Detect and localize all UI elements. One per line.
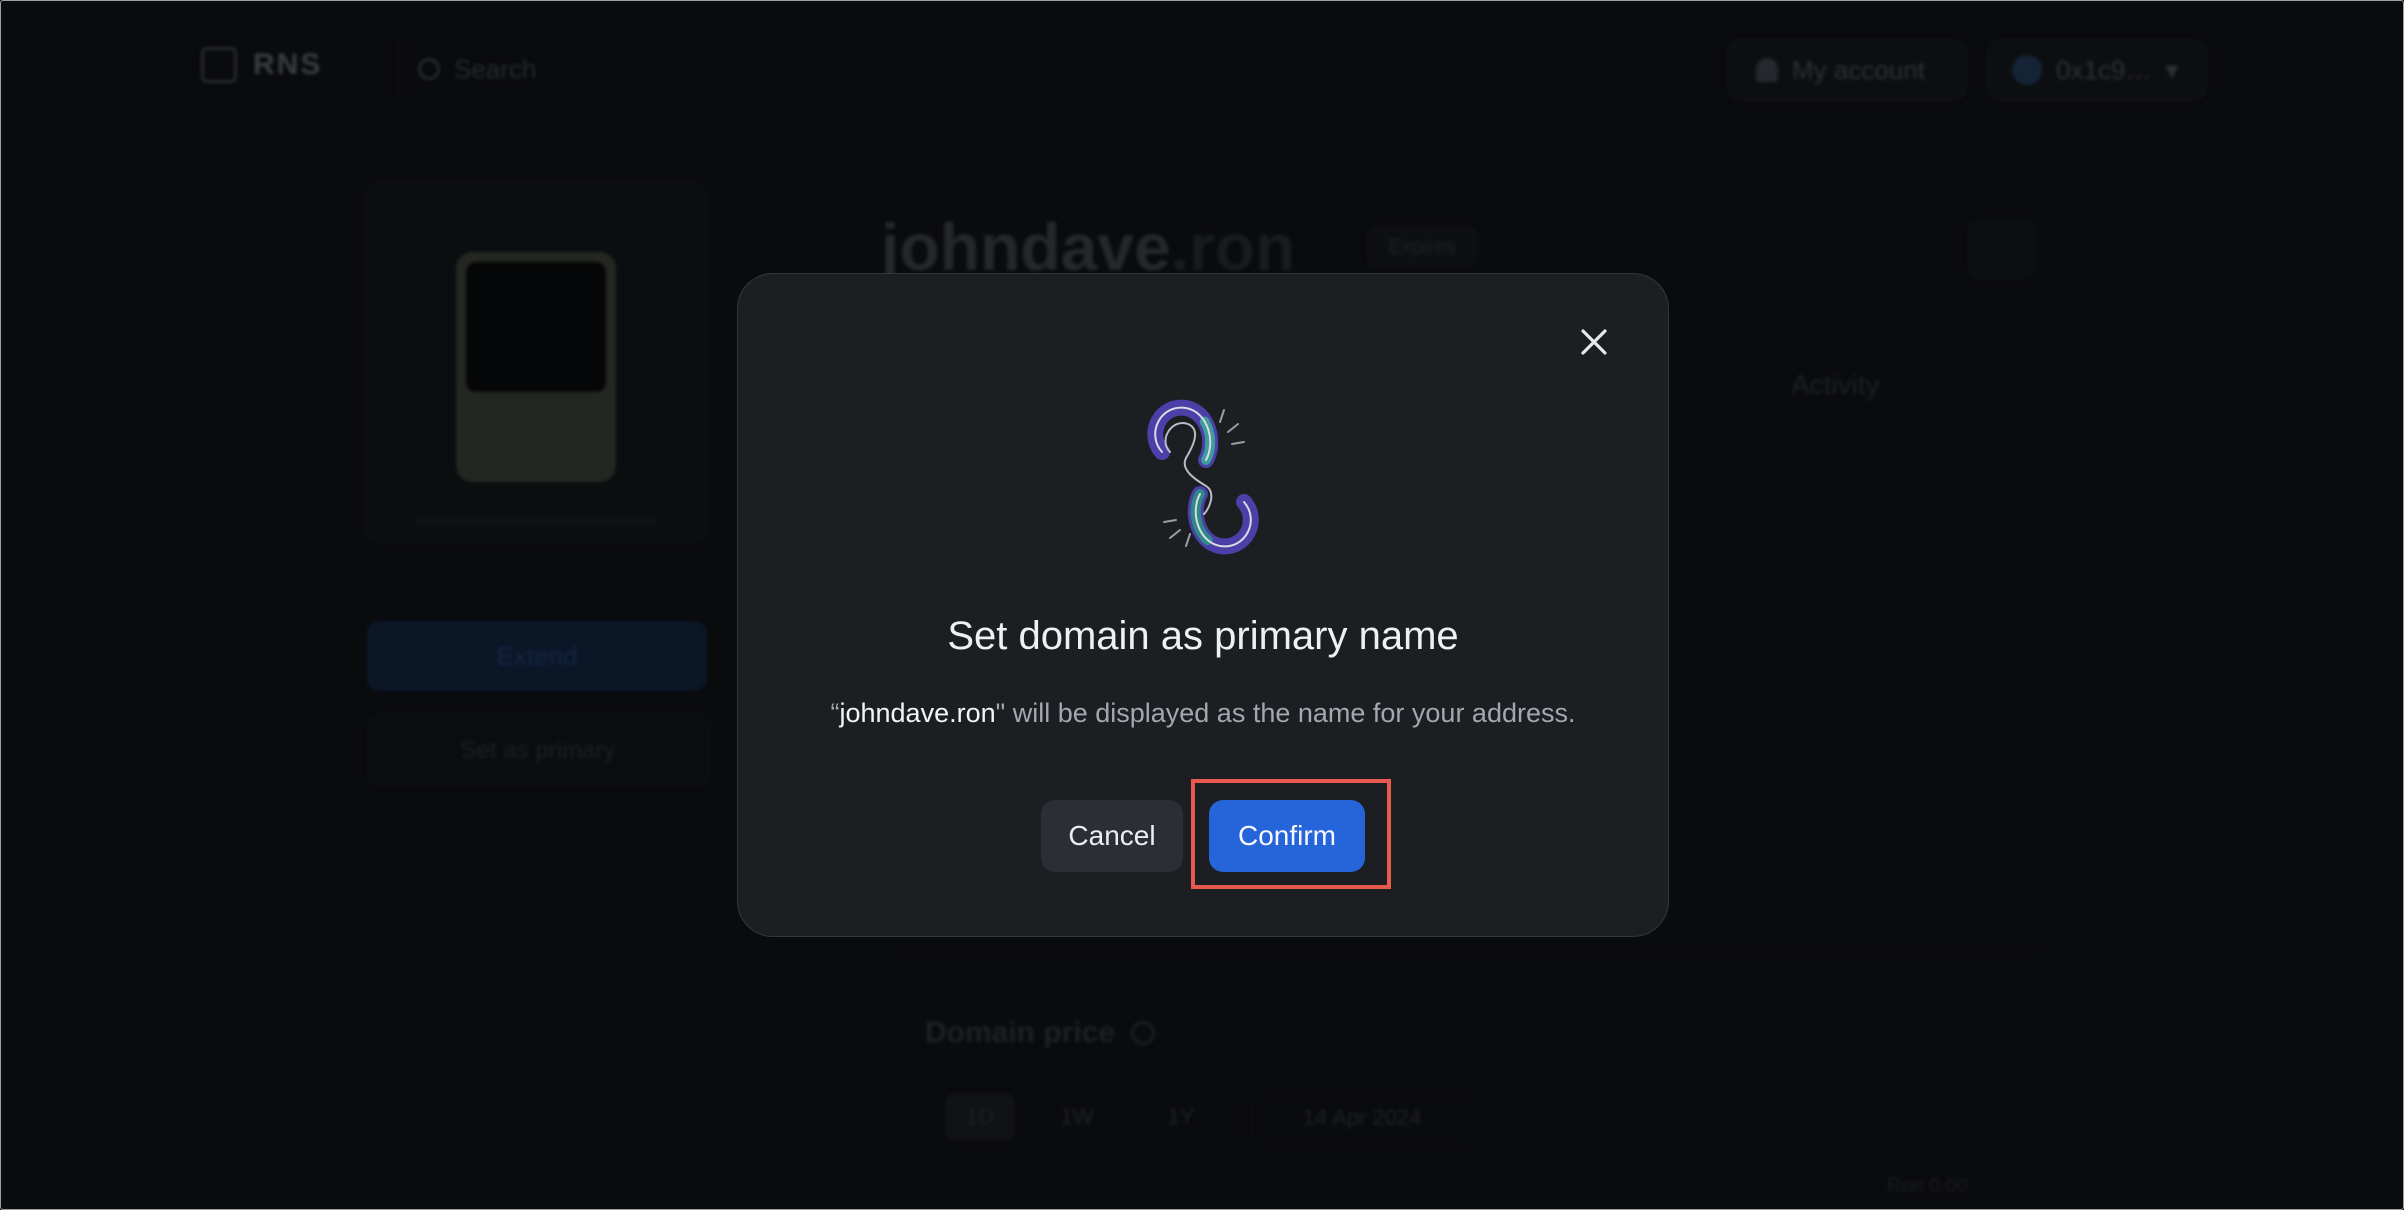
rns-logo-icon [201, 47, 237, 83]
nft-screen [466, 262, 606, 392]
nft-caption [414, 517, 658, 527]
search-placeholder: Search [454, 53, 537, 84]
share-button[interactable] [1967, 219, 2037, 279]
my-account-button[interactable]: My account [1727, 39, 1967, 101]
set-primary-modal: Set domain as primary name “johndave.ron… [737, 273, 1669, 937]
search-input[interactable]: Search [397, 39, 817, 99]
modal-title: Set domain as primary name [947, 614, 1459, 658]
close-icon [1581, 329, 1607, 355]
cancel-button[interactable]: Cancel [1041, 800, 1183, 872]
modal-description: “johndave.ron" will be displayed as the … [738, 698, 1668, 729]
period-1d[interactable]: 1D [945, 1093, 1015, 1141]
wallet-button[interactable]: 0x1c9… ▾ [1987, 39, 2207, 101]
info-icon[interactable] [1131, 1021, 1155, 1045]
close-button[interactable] [1568, 316, 1620, 368]
set-as-primary-button[interactable]: Set as primary [367, 715, 709, 787]
broken-chain-link-icon [1147, 399, 1259, 555]
price-panel [885, 951, 2057, 1209]
chevron-down-icon: ▾ [2165, 54, 2179, 85]
tab-activity[interactable]: Activity [1791, 369, 1880, 401]
search-icon [418, 58, 440, 80]
price-value: Ron 0.00 [1887, 1175, 1969, 1197]
wallet-label: 0x1c9… [2056, 54, 2152, 85]
user-icon [1756, 58, 1778, 82]
my-account-label: My account [1792, 54, 1925, 85]
description-text: " will be displayed as the name for your… [995, 698, 1576, 728]
logo-text: RNS [253, 48, 323, 81]
confirm-button[interactable]: Confirm [1209, 800, 1365, 872]
domain-nft-image [456, 252, 616, 482]
app-window: RNS Search My account 0x1c9… ▾ Extend Se… [0, 0, 2404, 1210]
domain-price-label: Domain price [925, 1016, 1116, 1049]
date-filter-dropdown[interactable]: 14 Apr 2024 [1251, 1093, 1473, 1143]
extend-button[interactable]: Extend [367, 621, 707, 691]
top-navigation: RNS Search My account 0x1c9… ▾ [1, 1, 2403, 135]
nft-card [363, 181, 709, 543]
period-1w[interactable]: 1W [1037, 1093, 1117, 1141]
status-badge: Expires [1367, 227, 1477, 267]
domain-highlight: johndave.ron [839, 698, 996, 728]
wallet-avatar-icon [2012, 55, 2042, 85]
logo[interactable]: RNS [201, 47, 322, 83]
period-1y[interactable]: 1Y [1141, 1093, 1221, 1141]
